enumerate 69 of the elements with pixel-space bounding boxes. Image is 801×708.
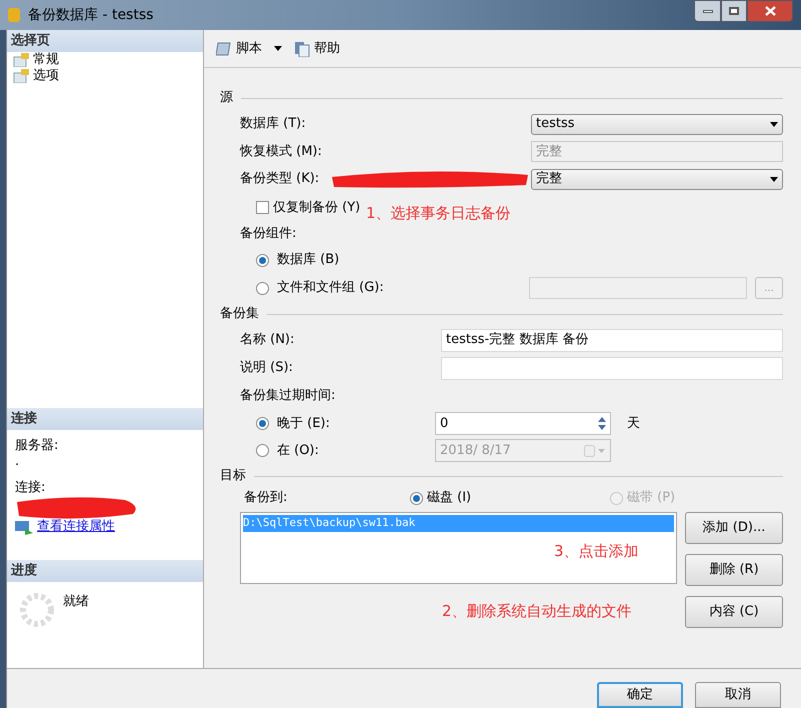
panel-header: 选择页	[7, 30, 203, 52]
cancel-button[interactable]: 取消	[695, 682, 781, 708]
field-label: 数据库 (T):	[240, 115, 306, 134]
caret-down-icon	[770, 176, 778, 182]
caret-down-icon	[770, 122, 778, 126]
radio-button[interactable]	[256, 254, 269, 266]
minimize-button[interactable]	[694, 0, 721, 22]
files-field[interactable]	[529, 277, 747, 299]
caret-down-icon	[598, 425, 606, 430]
database-dropdown[interactable]: testss	[531, 114, 783, 134]
action-button[interactable]: 删除 (R)	[685, 554, 783, 586]
annotation-text: 1、选择事务日志备份	[366, 203, 511, 224]
field-label: 备份集过期时间:	[240, 387, 336, 406]
radio-button[interactable]	[256, 417, 269, 430]
section-title: 目标	[220, 467, 246, 486]
progress-spinner-icon	[19, 592, 55, 628]
help-button[interactable]: 帮助	[290, 36, 344, 60]
field-label: 备份类型 (K):	[240, 170, 320, 188]
server-icon	[15, 518, 33, 535]
radio-label: 磁盘 (I)	[427, 489, 472, 508]
caret-up-icon	[598, 417, 606, 422]
unit-label: 天	[627, 414, 640, 433]
server-value: .	[15, 456, 20, 468]
action-button[interactable]: 添加 (D)...	[685, 512, 783, 544]
progress-status: 就绪	[63, 593, 89, 611]
backup-type-dropdown[interactable]: 完整	[531, 168, 783, 190]
calendar-dropdown-icon	[584, 444, 606, 456]
ok-button[interactable]: 确定	[597, 682, 683, 708]
radio-label: 磁带 (P)	[627, 489, 676, 508]
action-button[interactable]: 内容 (C)	[685, 596, 783, 628]
annotation-text: 2、删除系统自动生成的文件	[442, 601, 632, 622]
window-title: 备份数据库 - testss	[28, 6, 154, 24]
radio-label: 在 (O):	[277, 442, 320, 460]
radio-button[interactable]	[410, 492, 423, 504]
annotation-text: 3、点击添加	[554, 541, 639, 562]
sidebar-item[interactable]: 选项	[13, 68, 203, 84]
field-label: 说明 (S):	[240, 359, 293, 378]
connection-label: 连接:	[15, 478, 46, 496]
radio-label: 晚于 (E):	[277, 414, 331, 433]
script-button[interactable]: 脚本	[212, 36, 286, 60]
panel-header: 连接	[7, 408, 203, 430]
panel-header: 进度	[7, 560, 203, 582]
description-field[interactable]	[441, 356, 783, 380]
field-label: 恢复模式 (M):	[240, 142, 322, 161]
radio-button[interactable]	[256, 282, 269, 294]
radio-label: 数据库 (B)	[277, 251, 340, 270]
name-field[interactable]: testss-完整 数据库 备份	[441, 328, 783, 352]
section-title: 源	[220, 89, 233, 108]
close-icon	[764, 6, 776, 16]
maximize-button[interactable]	[721, 0, 747, 22]
close-button[interactable]	[747, 0, 793, 22]
document-icon	[294, 40, 310, 56]
section-title: 备份集	[220, 305, 259, 324]
page-icon	[13, 53, 29, 67]
radio-label: 文件和文件组 (G):	[277, 279, 384, 298]
field-label: 备份到:	[243, 489, 288, 508]
checkbox-label: 仅复制备份 (Y)	[273, 198, 360, 217]
checkbox[interactable]	[256, 201, 269, 214]
caret-down-icon	[274, 46, 282, 51]
days-spinner[interactable]: 0	[435, 412, 611, 435]
field-label: 名称 (N):	[240, 331, 294, 350]
scroll-icon	[216, 40, 232, 56]
database-icon	[8, 6, 20, 24]
field-label: 备份组件:	[240, 225, 296, 244]
sidebar-item[interactable]: 常规	[13, 52, 203, 68]
radio-button[interactable]	[256, 444, 269, 457]
page-icon	[13, 69, 29, 83]
view-connection-properties-link[interactable]: 查看连接属性	[37, 517, 115, 536]
server-label: 服务器:	[15, 437, 60, 455]
